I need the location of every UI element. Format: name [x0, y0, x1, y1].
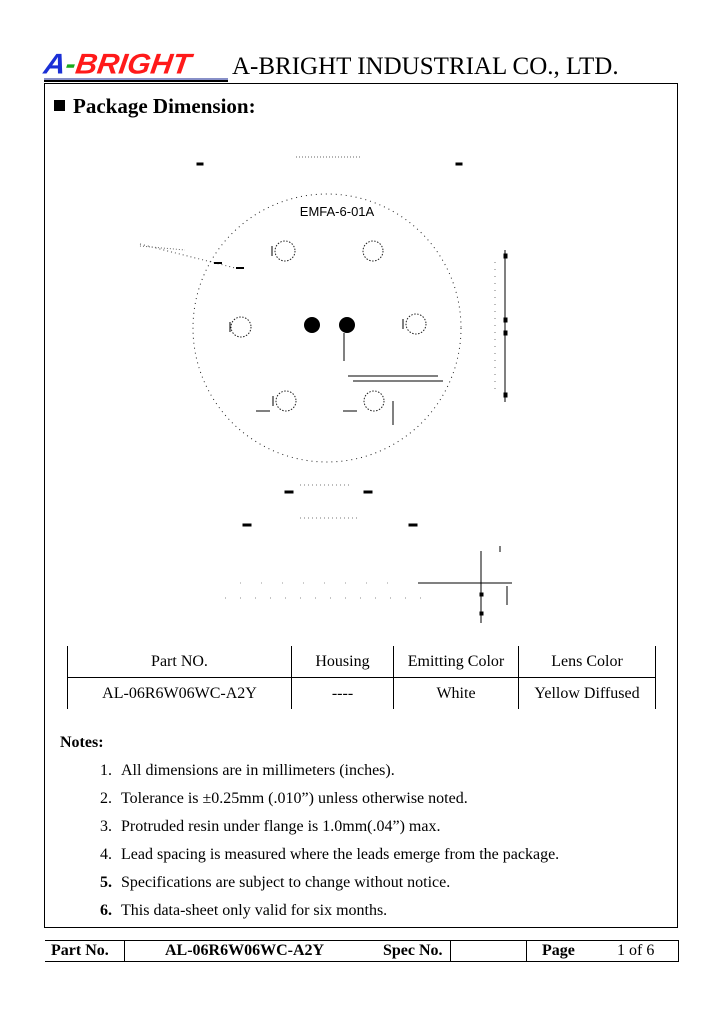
- cell-emitting-color: White: [393, 677, 519, 709]
- company-name: A-BRIGHT INDUSTRIAL CO., LTD.: [232, 53, 619, 80]
- logo-underline: [44, 80, 228, 82]
- logo-bright: BRIGHT: [73, 48, 193, 81]
- bottom-dimensions: [242, 484, 418, 527]
- dim-arrow-left: [196, 162, 204, 166]
- footer-part-no-value: AL-06R6W06WC-A2Y: [165, 942, 325, 959]
- note-number: 6.: [100, 902, 112, 919]
- spec-table: Part NO. Housing Emitting Color Lens Col…: [67, 646, 656, 709]
- led-pad: [274, 240, 296, 262]
- note-number: 5.: [100, 874, 112, 891]
- header: A-BRIGHT A-BRIGHT INDUSTRIAL CO., LTD.: [42, 48, 684, 84]
- cell-lens-color: Yellow Diffused: [518, 677, 656, 709]
- mounting-hole: [339, 317, 355, 333]
- col-part-no: Part NO.: [67, 646, 292, 678]
- footer-divider: [678, 941, 679, 961]
- note-item: 4. Lead spacing is measured where the lea…: [100, 844, 559, 872]
- footer-page-value: 1 of 6: [617, 942, 655, 959]
- drawing-label: EMFA-6-01A: [300, 204, 375, 219]
- cell-housing: ----: [291, 677, 394, 709]
- section-title-text: Package Dimension:: [73, 94, 256, 118]
- square-bullet-icon: [54, 100, 65, 111]
- footer: Part No. AL-06R6W06WC-A2Y Spec No. Page …: [45, 940, 679, 962]
- led-pad: [363, 390, 385, 412]
- led-pad: [405, 313, 427, 335]
- led-pads: [230, 240, 427, 412]
- note-item: 1. All dimensions are in millimeters (inc…: [100, 760, 559, 788]
- notes-list: 1. All dimensions are in millimeters (inc…: [100, 760, 559, 928]
- note-text: Specifications are subject to change wit…: [121, 874, 451, 891]
- a-bright-logo: A-BRIGHT: [42, 48, 193, 81]
- led-pad: [362, 240, 384, 262]
- side-view: [225, 546, 512, 623]
- led-pad: [275, 390, 297, 412]
- col-emitting-color: Emitting Color: [393, 646, 519, 678]
- note-item: 5. Specifications are subject to change w…: [100, 872, 559, 900]
- note-item: 2. Tolerance is ±0.25mm (.010”) unless ot…: [100, 788, 559, 816]
- cell-part-no: AL-06R6W06WC-A2Y: [67, 677, 292, 709]
- dim-arrow-right: [455, 162, 463, 166]
- spec-table-header: Part NO. Housing Emitting Color Lens Col…: [67, 646, 656, 678]
- footer-divider: [526, 941, 527, 961]
- package-drawing: EMFA-6-01A: [139, 156, 512, 623]
- notes-title: Notes:: [60, 734, 104, 751]
- footer-spec-no-label: Spec No.: [383, 942, 443, 959]
- note-item: 3. Protruded resin under flange is 1.0mm(…: [100, 816, 559, 844]
- section-title: Package Dimension:: [54, 92, 256, 120]
- note-text: Protruded resin under flange is 1.0mm(.0…: [121, 818, 441, 835]
- col-housing: Housing: [291, 646, 394, 678]
- footer-divider: [124, 941, 125, 961]
- table-row: AL-06R6W06WC-A2Y ---- White Yellow Diffu…: [67, 677, 656, 709]
- note-number: 1.: [100, 762, 112, 779]
- footer-page-label: Page: [542, 942, 575, 959]
- col-lens-color: Lens Color: [518, 646, 656, 678]
- note-text: Lead spacing is measured where the leads…: [121, 846, 560, 863]
- top-dimension: [196, 156, 463, 166]
- note-item: 6. This data-sheet only valid for six mon…: [100, 900, 559, 928]
- footer-part-no-label: Part No.: [51, 942, 109, 959]
- note-number: 3.: [100, 818, 112, 835]
- leader-line: [139, 243, 244, 269]
- package-outline: [192, 193, 462, 463]
- right-dimension: [494, 250, 508, 402]
- led-pad: [230, 316, 252, 338]
- note-number: 4.: [100, 846, 112, 863]
- note-text: This data-sheet only valid for six month…: [121, 902, 388, 919]
- note-text: Tolerance is ±0.25mm (.010”) unless othe…: [121, 790, 468, 807]
- note-text: All dimensions are in millimeters (inche…: [121, 762, 395, 779]
- note-number: 2.: [100, 790, 112, 807]
- footer-divider: [450, 941, 451, 961]
- mounting-hole: [304, 317, 320, 333]
